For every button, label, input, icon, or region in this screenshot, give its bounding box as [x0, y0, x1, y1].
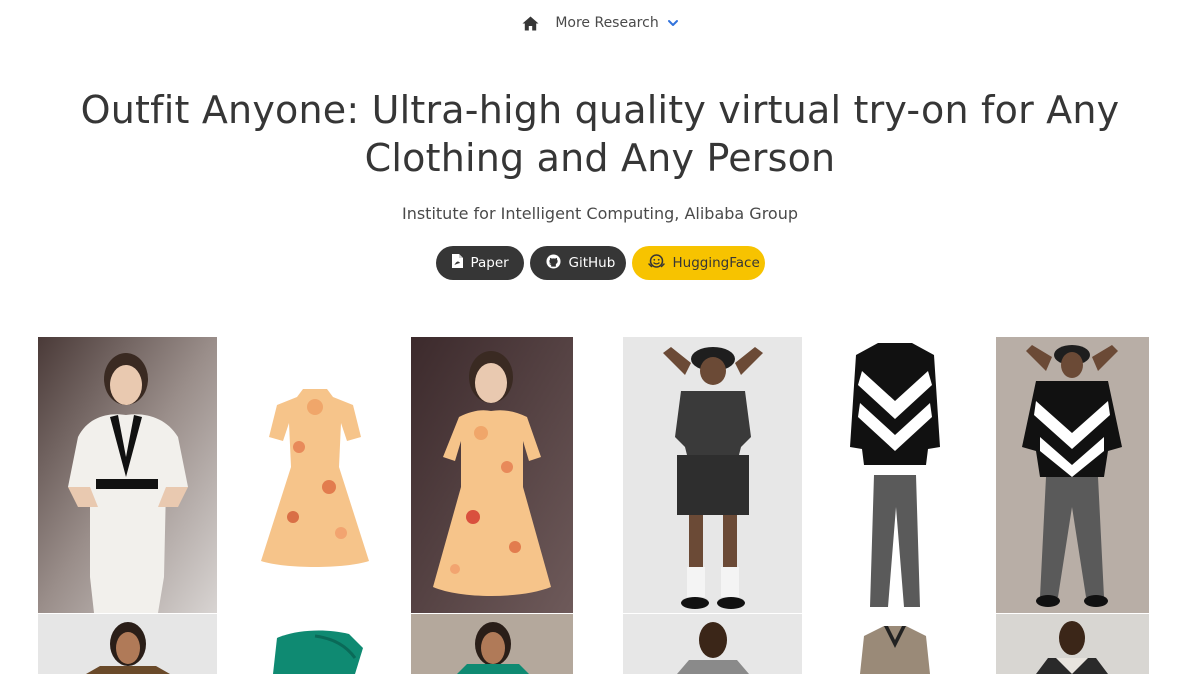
more-research-label: More Research: [555, 15, 659, 31]
model-photo-grey-outfit: [623, 337, 802, 613]
model-photo-row2-b: [623, 614, 802, 674]
huggingface-button-label: HuggingFace: [672, 255, 760, 271]
result-photo-row2-a: [411, 614, 573, 674]
home-icon[interactable]: [521, 14, 539, 32]
github-button[interactable]: GitHub: [529, 246, 626, 280]
publication-links: Paper GitHub HuggingFace: [0, 246, 1200, 280]
more-research-dropdown[interactable]: More Research: [555, 15, 678, 31]
result-photo-floral-dress: [411, 337, 573, 613]
garment-photo-striped-sweater: [840, 337, 950, 613]
model-photo-row2-a: [38, 614, 217, 674]
tryon-gallery: [0, 337, 1200, 674]
affiliation: Institute for Intelligent Computing, Ali…: [401, 204, 798, 223]
pdf-file-icon: [451, 254, 463, 272]
huggingface-icon: [647, 253, 665, 273]
github-icon: [545, 253, 561, 273]
garment-photo-floral-dress: [245, 337, 385, 613]
paper-button[interactable]: Paper: [435, 246, 524, 280]
model-photo-white-blazer: [38, 337, 217, 613]
paper-button-label: Paper: [470, 255, 509, 271]
garment-photo-patterned-blazer: [840, 614, 950, 674]
garment-photo-green-top: [245, 614, 385, 674]
chevron-down-icon: [667, 17, 679, 29]
top-navbar: More Research: [0, 0, 1200, 46]
result-photo-row2-b: [996, 614, 1149, 674]
huggingface-button[interactable]: HuggingFace: [631, 246, 765, 280]
result-photo-striped-outfit: [996, 337, 1149, 613]
page-title: Outfit Anyone: Ultra-high quality virtua…: [80, 88, 1120, 180]
github-button-label: GitHub: [568, 255, 616, 271]
